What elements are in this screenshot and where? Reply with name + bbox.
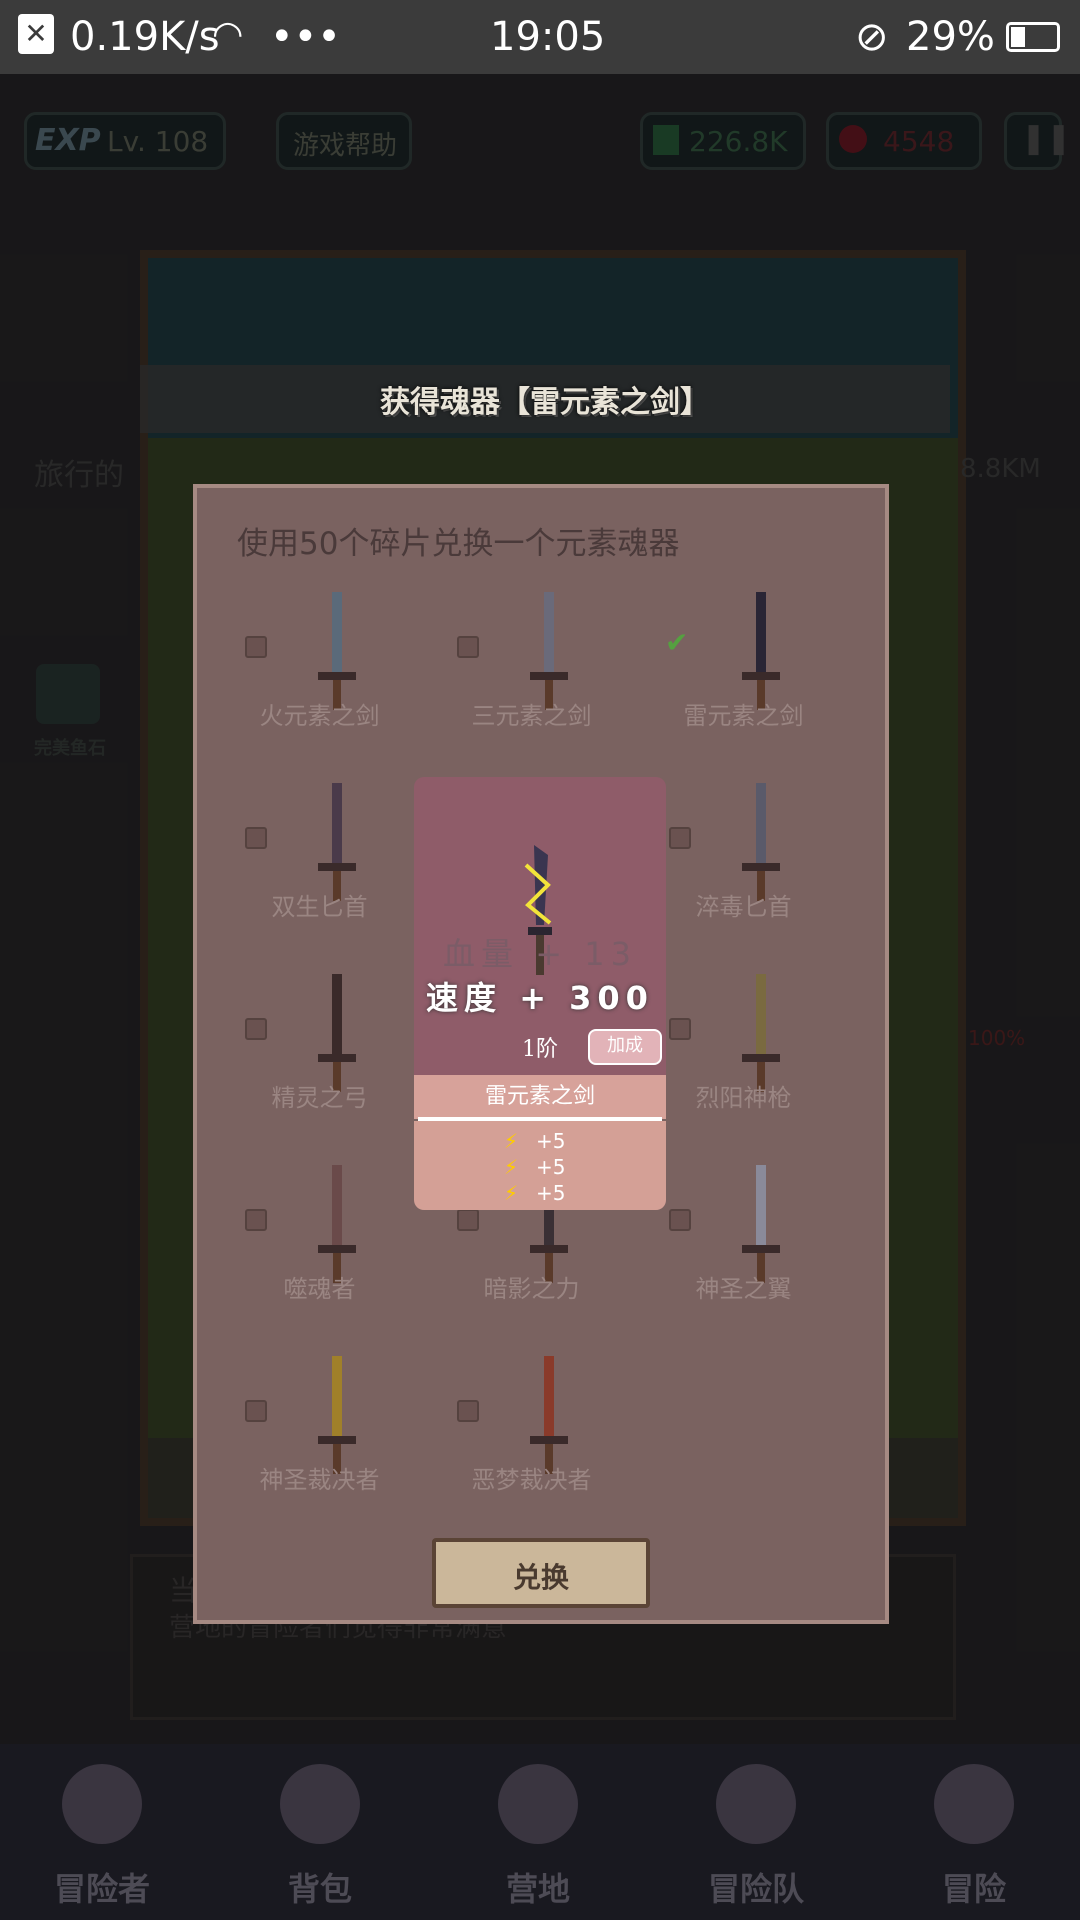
weapon-label: 双生匕首 — [271, 893, 368, 921]
bonus-button[interactable]: 加成 — [588, 1029, 662, 1065]
weapon-label: 精灵之弓 — [271, 1084, 368, 1112]
bonus-row: ⚡ +5 — [504, 1129, 565, 1153]
lightning-icon: ⚡ — [504, 1129, 519, 1153]
backpack-icon — [280, 1764, 360, 1844]
nav-label: 冒险者 — [53, 1870, 150, 1908]
bonus-value: +5 — [536, 1155, 566, 1179]
reward-banner: 获得魂器【雷元素之剑】 — [140, 365, 950, 433]
weapon-checkbox[interactable] — [245, 827, 267, 849]
bonus-value: +5 — [536, 1129, 566, 1153]
weapon-checkbox[interactable] — [245, 636, 267, 658]
nav-label: 冒险 — [941, 1870, 1006, 1908]
network-speed: 0.19K/s — [70, 14, 220, 60]
nav-team[interactable]: 冒险队 — [666, 1744, 846, 1920]
weapon-item[interactable]: 火元素之剑 — [197, 586, 407, 766]
battery-icon — [1006, 22, 1060, 52]
camp-icon — [498, 1764, 578, 1844]
weapon-label: 三元素之剑 — [471, 702, 592, 730]
weapon-detail-card: 血量 + 13 速度 + 300 1阶 加成 雷元素之剑 ⚡ +5 ⚡ +5 ⚡ +5 — [414, 777, 666, 1210]
bonus-value: +5 — [536, 1181, 566, 1205]
close-notification-icon: ✕ — [18, 14, 54, 54]
weapon-label: 火元素之剑 — [259, 702, 380, 730]
weapon-label: 神圣之翼 — [695, 1275, 792, 1303]
card-weapon-name: 雷元素之剑 — [414, 1075, 666, 1119]
nav-label: 冒险队 — [707, 1870, 804, 1908]
stat-speed: 速度 + 300 — [426, 979, 654, 1017]
nav-label: 背包 — [287, 1870, 352, 1908]
clock: 19:05 — [490, 14, 606, 60]
dialog-title: 使用50个碎片兑换一个元素魂器 — [237, 526, 680, 562]
more-icon: ••• — [270, 14, 341, 60]
book-icon — [716, 1764, 796, 1844]
weapon-checkbox[interactable] — [245, 1400, 267, 1422]
sword-icon — [934, 1764, 1014, 1844]
weapon-label: 神圣裁决者 — [259, 1466, 380, 1494]
weapon-checkbox[interactable] — [669, 1018, 691, 1040]
lightning-icon: ⚡ — [504, 1155, 519, 1179]
crown-icon — [62, 1764, 142, 1844]
tier-label: 1阶 — [522, 1037, 558, 1062]
weapon-checkbox[interactable] — [457, 636, 479, 658]
wifi-icon: ◠ — [212, 14, 244, 55]
nav-adventure[interactable]: 冒险 — [884, 1744, 1064, 1920]
weapon-item[interactable]: ✔ 雷元素之剑 — [621, 586, 831, 766]
exchange-label: 兑换 — [512, 1561, 569, 1594]
bottom-nav: 冒险者 背包 营地 冒险队 冒险 — [0, 1744, 1080, 1920]
checkmark-icon[interactable]: ✔ — [665, 626, 688, 659]
stat-hp: 血量 + 13 — [443, 935, 637, 973]
weapon-checkbox[interactable] — [245, 1018, 267, 1040]
weapon-item[interactable]: 恶梦裁决者 — [409, 1350, 619, 1530]
nav-camp[interactable]: 营地 — [448, 1744, 628, 1920]
battery-percent: 29% — [906, 14, 995, 60]
banner-text: 获得魂器【雷元素之剑】 — [380, 385, 710, 420]
status-bar: ✕ 0.19K/s ◠ ••• 19:05 ⊘ 29% — [0, 0, 1080, 74]
bonus-row: ⚡ +5 — [504, 1155, 565, 1179]
nav-adventurer[interactable]: 冒险者 — [12, 1744, 192, 1920]
weapon-item[interactable]: 噬魂者 — [197, 1159, 407, 1339]
weapon-label: 暗影之力 — [483, 1275, 580, 1303]
weapon-label: 恶梦裁决者 — [471, 1466, 592, 1494]
weapon-checkbox[interactable] — [245, 1209, 267, 1231]
weapon-checkbox[interactable] — [457, 1209, 479, 1231]
card-bonuses: ⚡ +5 ⚡ +5 ⚡ +5 — [414, 1121, 666, 1210]
nav-backpack[interactable]: 背包 — [230, 1744, 410, 1920]
lightning-icon: ⚡ — [504, 1181, 519, 1205]
weapon-item[interactable]: 双生匕首 — [197, 777, 407, 957]
weapon-item[interactable]: 精灵之弓 — [197, 968, 407, 1148]
nav-label: 营地 — [505, 1870, 570, 1908]
exchange-button[interactable]: 兑换 — [432, 1538, 650, 1608]
bonus-row: ⚡ +5 — [504, 1181, 565, 1205]
weapon-label: 雷元素之剑 — [683, 702, 804, 730]
weapon-item[interactable]: 三元素之剑 — [409, 586, 619, 766]
weapon-checkbox[interactable] — [669, 827, 691, 849]
weapon-item[interactable]: 神圣裁决者 — [197, 1350, 407, 1530]
mute-icon: ⊘ — [855, 14, 889, 60]
weapon-label: 噬魂者 — [283, 1275, 356, 1303]
weapon-checkbox[interactable] — [457, 1400, 479, 1422]
card-top: 血量 + 13 速度 + 300 1阶 加成 — [414, 777, 666, 1075]
weapon-checkbox[interactable] — [669, 1209, 691, 1231]
